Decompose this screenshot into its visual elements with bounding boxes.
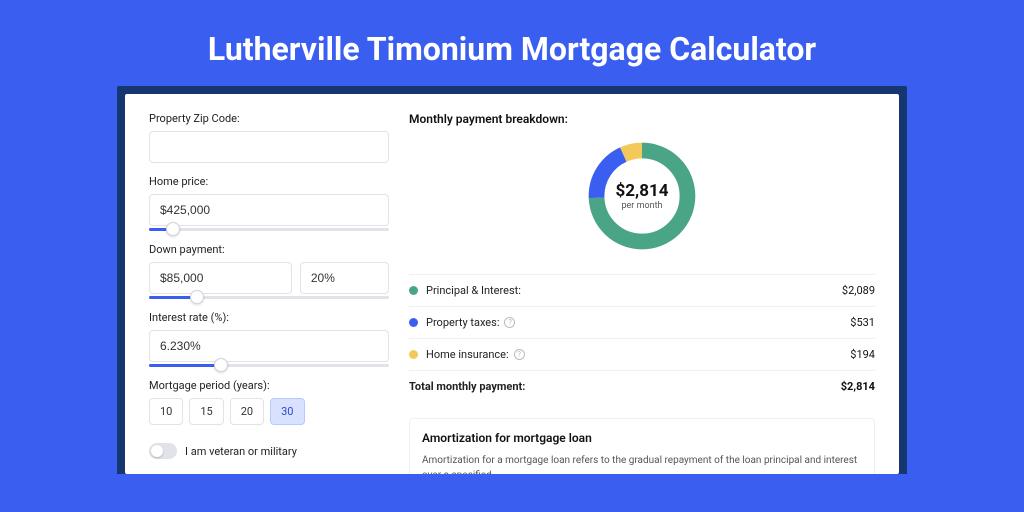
period-option-10[interactable]: 10: [149, 398, 183, 425]
breakdown-title: Monthly payment breakdown:: [409, 112, 875, 126]
breakdown-total-value: $2,814: [841, 380, 875, 393]
breakdown-value: $2,089: [842, 284, 875, 297]
calculator-card: Property Zip Code: Home price: Down paym…: [125, 94, 899, 474]
slider-thumb[interactable]: [190, 290, 204, 304]
help-icon[interactable]: ?: [504, 317, 515, 328]
calculator-outer-panel: Property Zip Code: Home price: Down paym…: [117, 86, 907, 474]
amortization-card: Amortization for mortgage loan Amortizat…: [409, 418, 875, 474]
donut-center: $2,814 per month: [582, 136, 702, 256]
help-icon[interactable]: ?: [514, 349, 525, 360]
veteran-label: I am veteran or military: [185, 445, 297, 458]
results-column: Monthly payment breakdown: $2,814 per mo…: [409, 112, 875, 474]
donut-chart: $2,814 per month: [582, 136, 702, 256]
amortization-title: Amortization for mortgage loan: [422, 431, 862, 445]
slider-fill: [149, 364, 221, 367]
interest-rate-label: Interest rate (%):: [149, 311, 389, 324]
amortization-text: Amortization for a mortgage loan refers …: [422, 453, 862, 474]
zip-label: Property Zip Code:: [149, 112, 389, 125]
breakdown-total-label: Total monthly payment:: [409, 380, 525, 393]
home-price-label: Home price:: [149, 175, 389, 188]
legend-dot: [409, 318, 418, 327]
slider-thumb[interactable]: [166, 222, 180, 236]
down-payment-percent-input[interactable]: [300, 262, 389, 294]
veteran-row: I am veteran or military: [149, 443, 389, 459]
down-payment-slider[interactable]: [149, 296, 389, 299]
period-options: 1015 2030: [149, 398, 389, 425]
breakdown-row: Property taxes:? $531: [409, 307, 875, 339]
zip-input[interactable]: [149, 131, 389, 163]
period-option-30[interactable]: 30: [270, 398, 304, 425]
breakdown-label: Principal & Interest:: [426, 284, 521, 297]
legend-dot: [409, 350, 418, 359]
interest-rate-input[interactable]: [149, 330, 389, 362]
breakdown-row: Home insurance:? $194: [409, 339, 875, 371]
donut-sub: per month: [621, 201, 662, 211]
breakdown-value: $531: [850, 316, 875, 329]
period-label: Mortgage period (years):: [149, 379, 389, 392]
page-title: Lutherville Timonium Mortgage Calculator: [0, 0, 1024, 86]
breakdown-list: Principal & Interest: $2,089 Property taxe…: [409, 274, 875, 402]
breakdown-label: Property taxes:: [426, 316, 499, 329]
down-payment-label: Down payment:: [149, 243, 389, 256]
down-payment-row: [149, 262, 389, 294]
breakdown-label: Home insurance:: [426, 348, 509, 361]
slider-thumb[interactable]: [214, 358, 228, 372]
period-option-15[interactable]: 15: [189, 398, 223, 425]
home-price-input[interactable]: [149, 194, 389, 226]
period-option-20[interactable]: 20: [230, 398, 264, 425]
down-payment-input[interactable]: [149, 262, 292, 294]
inputs-column: Property Zip Code: Home price: Down paym…: [149, 112, 389, 474]
legend-dot: [409, 286, 418, 295]
donut-amount: $2,814: [616, 181, 669, 201]
home-price-slider[interactable]: [149, 228, 389, 231]
interest-rate-slider[interactable]: [149, 364, 389, 367]
breakdown-total-row: Total monthly payment: $2,814: [409, 371, 875, 402]
breakdown-value: $194: [850, 348, 875, 361]
breakdown-row: Principal & Interest: $2,089: [409, 275, 875, 307]
veteran-toggle[interactable]: [149, 443, 177, 459]
donut-chart-wrap: $2,814 per month: [409, 136, 875, 256]
